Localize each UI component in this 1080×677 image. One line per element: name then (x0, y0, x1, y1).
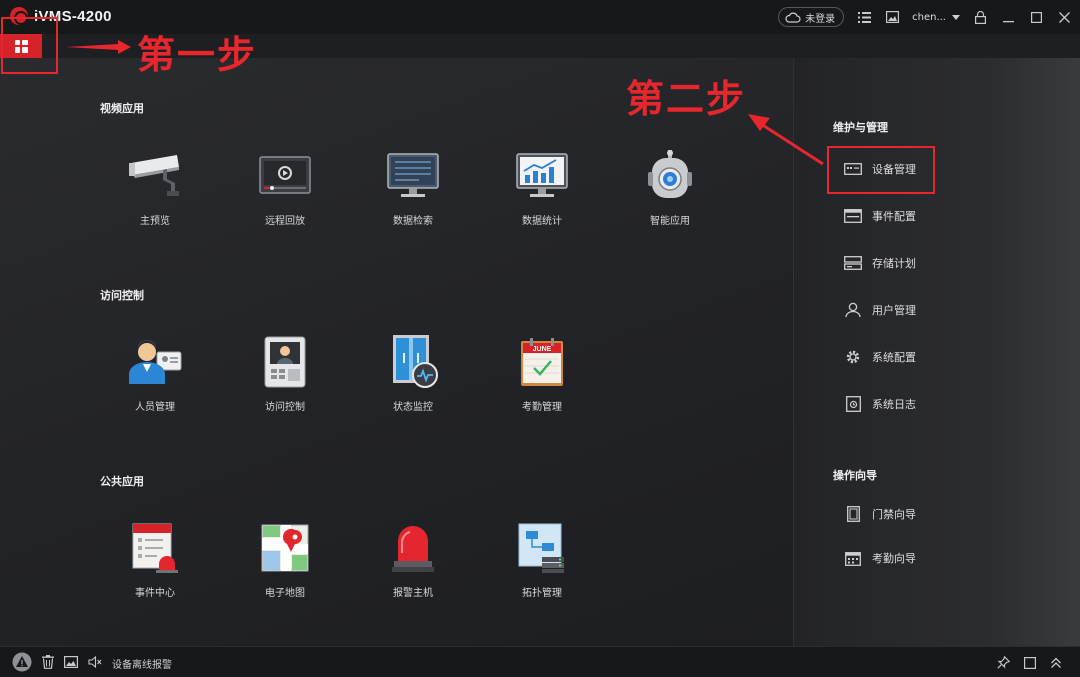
alarm-light-icon (385, 522, 441, 574)
login-button[interactable]: 未登录 (778, 7, 845, 27)
topology-icon (514, 522, 570, 574)
module-topology[interactable]: 拓扑管理 (487, 522, 597, 599)
sidebar-item-system-log[interactable]: 系统日志 (844, 394, 916, 414)
sidebar-item-label: 门禁向导 (872, 508, 916, 521)
lock-icon[interactable] (972, 9, 988, 25)
map-icon (257, 522, 313, 574)
module-label: 事件中心 (135, 588, 175, 599)
module-status-monitor[interactable]: 状态监控 (358, 335, 468, 413)
module-label: 考勤管理 (522, 402, 562, 413)
robot-icon (642, 150, 698, 202)
module-label: 人员管理 (135, 402, 175, 413)
status-bar: 设备离线报警 (0, 646, 1080, 677)
list-icon[interactable] (856, 9, 872, 25)
user-name: chen... (912, 11, 946, 23)
event-config-icon (844, 207, 862, 225)
playback-icon (257, 150, 313, 202)
module-e-map[interactable]: 电子地图 (230, 522, 340, 599)
sidebar-item-system-config[interactable]: 系统配置 (844, 347, 916, 367)
warning-icon[interactable] (12, 652, 32, 675)
sidebar-item-label: 系统日志 (872, 398, 916, 411)
calendar-month: JUNE (533, 346, 552, 353)
status-bar-left: 设备离线报警 (12, 652, 172, 675)
user-icon (844, 301, 862, 319)
data-search-icon (385, 150, 441, 202)
sidebar-item-label: 用户管理 (872, 304, 916, 317)
annotation-step1-text: 第一步 (137, 32, 258, 77)
sidebar-item-label: 事件配置 (872, 210, 916, 223)
section-title-public: 公共应用 (100, 475, 144, 488)
sidebar-item-label: 考勤向导 (872, 552, 916, 565)
sidebar-item-storage-schedule[interactable]: 存储计划 (844, 253, 916, 273)
cloud-icon (785, 12, 801, 23)
gear-icon (844, 348, 862, 366)
calendar-icon: JUNE (514, 336, 570, 388)
sidebar-item-label: 系统配置 (872, 351, 916, 364)
double-chevron-up-icon[interactable] (1050, 654, 1062, 673)
module-main-preview[interactable]: 主预览 (100, 150, 210, 227)
camera-icon (127, 150, 183, 202)
minimize-icon[interactable] (1000, 9, 1016, 25)
module-label: 主预览 (140, 216, 170, 227)
door-intercom-icon (257, 336, 313, 388)
module-label: 电子地图 (265, 588, 305, 599)
annotation-box-step2 (827, 146, 935, 194)
storage-icon (844, 254, 862, 272)
alarm-status-text: 设备离线报警 (112, 660, 172, 671)
module-access-control[interactable]: 访问控制 (230, 336, 340, 413)
caret-down-icon (952, 14, 960, 20)
maximize-icon[interactable] (1028, 9, 1044, 25)
sidebar-item-attendance-guide[interactable]: 考勤向导 (844, 548, 916, 568)
section-title-video: 视频应用 (100, 102, 144, 115)
module-label: 数据统计 (522, 216, 562, 227)
module-data-stats[interactable]: 数据统计 (487, 150, 597, 227)
annotation-step2-text: 第二步 (626, 76, 747, 121)
snapshot-icon[interactable] (64, 656, 79, 671)
calendar-grid-icon (844, 549, 862, 567)
person-card-icon (127, 336, 183, 388)
module-label: 远程回放 (265, 216, 305, 227)
window-icon[interactable] (1024, 654, 1037, 673)
login-label: 未登录 (805, 13, 836, 25)
section-title-access: 访问控制 (100, 289, 144, 302)
module-event-center[interactable]: 事件中心 (100, 522, 210, 599)
module-remote-playback[interactable]: 远程回放 (230, 150, 340, 227)
module-label: 访问控制 (265, 402, 305, 413)
event-center-icon (127, 522, 183, 574)
module-label: 报警主机 (393, 588, 433, 599)
trash-icon[interactable] (42, 655, 54, 672)
close-icon[interactable] (1056, 9, 1072, 25)
data-stats-icon (514, 150, 570, 202)
module-smart-app[interactable]: 智能应用 (615, 150, 725, 227)
module-area: 视频应用 主预览 远程回放 数据检索 数据统计 智能应用 访问控制 人员管理 访… (0, 58, 793, 646)
log-icon (844, 395, 862, 413)
door-icon (844, 505, 862, 523)
side-title-guide: 操作向导 (833, 469, 877, 482)
image-icon[interactable] (884, 9, 900, 25)
module-label: 拓扑管理 (522, 588, 562, 599)
pin-icon[interactable] (997, 654, 1011, 673)
annotation-box-step1 (1, 17, 58, 74)
module-person-management[interactable]: 人员管理 (100, 336, 210, 413)
title-bar-controls: 未登录 chen... (778, 7, 1072, 27)
arrow-step1 (66, 40, 131, 54)
sidebar-item-label: 存储计划 (872, 257, 916, 270)
module-alarm-host[interactable]: 报警主机 (358, 522, 468, 599)
user-menu[interactable]: chen... (912, 12, 960, 23)
mute-icon[interactable] (88, 655, 102, 671)
module-label: 智能应用 (650, 216, 690, 227)
sidebar-item-user-management[interactable]: 用户管理 (844, 300, 916, 320)
module-label: 数据检索 (393, 216, 433, 227)
status-bar-right (997, 654, 1062, 673)
door-status-icon (385, 335, 441, 388)
sidebar-item-event-config[interactable]: 事件配置 (844, 206, 916, 226)
side-title-maintenance: 维护与管理 (833, 121, 888, 134)
module-data-search[interactable]: 数据检索 (358, 150, 468, 227)
module-label: 状态监控 (393, 402, 433, 413)
sidebar-item-access-guide[interactable]: 门禁向导 (844, 504, 916, 524)
module-attendance[interactable]: JUNE 考勤管理 (487, 336, 597, 413)
